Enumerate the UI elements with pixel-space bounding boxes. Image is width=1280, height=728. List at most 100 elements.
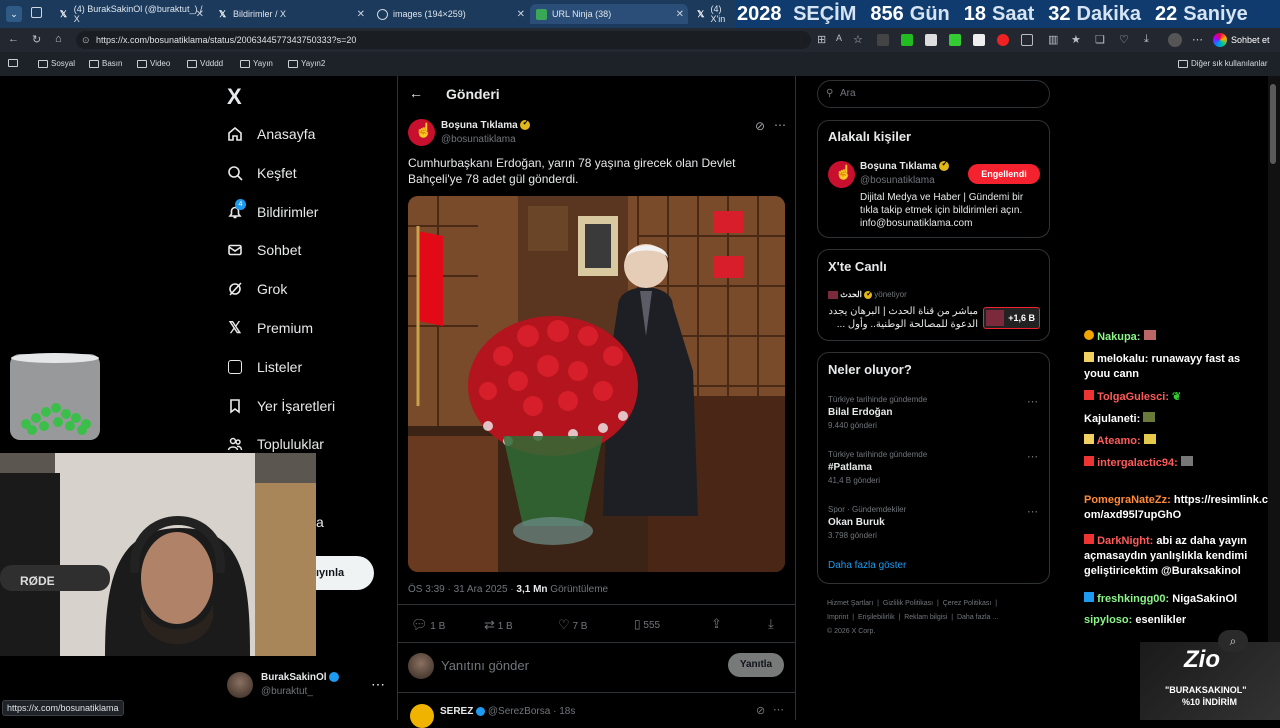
extension-icon[interactable] [949, 34, 961, 46]
share-icon[interactable]: ⇪ [711, 616, 722, 632]
like-action[interactable]: ♡ 7 B [558, 617, 587, 633]
next-reply-grok-icon[interactable]: ⊘ [756, 704, 765, 717]
trend-more-icon[interactable]: ⋯ [1027, 505, 1038, 518]
chat-bubble-icon[interactable]: ⌕ [1218, 630, 1248, 652]
footer-link[interactable]: Daha fazla ... [957, 614, 998, 621]
sidebar-item-home[interactable]: Anasayfa [227, 122, 315, 146]
live-host[interactable]: الحدث yönetiyor [828, 289, 907, 299]
bookmark-action[interactable]: ▯ 555 [634, 617, 660, 631]
tab-notifications[interactable]: 𝕏 Bildirimler / X ✕ [211, 4, 369, 24]
footer-link[interactable]: Gizlilik Politikası [883, 600, 933, 607]
page-scrollbar[interactable] [1268, 76, 1280, 720]
read-aloud-icon[interactable]: A [836, 33, 842, 43]
next-reply-more-icon[interactable]: ⋯ [773, 703, 784, 716]
extension-icon[interactable] [877, 34, 889, 46]
sidebar-item-bookmarks[interactable]: Yer İşaretleri [227, 394, 335, 418]
collections-icon[interactable]: ❏ [1095, 33, 1105, 46]
bookmark-folder[interactable]: Video [137, 59, 170, 68]
browser-essentials-icon[interactable]: ♡ [1119, 33, 1129, 46]
more-options-icon[interactable]: ⋯ [1192, 33, 1203, 46]
reply-input[interactable]: Yanıtını gönder [441, 658, 711, 673]
extension-icon[interactable] [925, 34, 937, 46]
trend-item[interactable]: Türkiye tarihinde gündemde Bilal Erdoğan… [828, 395, 1040, 443]
bookmark-folder[interactable]: Yayın2 [288, 59, 325, 68]
bookmark-folder[interactable]: Vdddd [187, 59, 223, 68]
reply-action[interactable]: 💬︎ 1 B [411, 617, 445, 633]
tab-profile[interactable]: 𝕏 (4) BurakSakinOl (@buraktut_) / X ✕ [52, 4, 208, 24]
bookmark-folder[interactable]: Yayın [240, 59, 273, 68]
footer-link[interactable]: Erişilebilirlik [858, 614, 895, 621]
blocked-button[interactable]: Engellendi [968, 164, 1040, 184]
trend-item[interactable]: Türkiye tarihinde gündemde #Patlama 41,4… [828, 450, 1040, 498]
x-logo-icon[interactable]: X [227, 84, 242, 110]
bookmark-folder[interactable]: Basın [89, 59, 122, 68]
footer-link[interactable]: Çerez Politikası [943, 600, 992, 607]
extension-icon[interactable] [973, 34, 985, 46]
post-button[interactable]: ıyınla [316, 556, 374, 590]
reading-list-icon[interactable] [8, 59, 18, 67]
extension-icon[interactable] [997, 34, 1009, 46]
search-input[interactable]: ⚲ Ara [817, 80, 1050, 108]
reply-button[interactable]: Yanıtla [728, 653, 784, 677]
grok-explain-icon[interactable]: ⊘ [755, 119, 765, 133]
next-reply-avatar[interactable] [410, 704, 434, 728]
favorite-star-icon[interactable]: ☆ [853, 33, 863, 46]
profile-avatar[interactable] [1168, 33, 1182, 47]
related-handle[interactable]: @bosunatiklama [860, 175, 935, 186]
footer-link[interactable]: Imprint [827, 614, 848, 621]
tab-url-ninja[interactable]: URL Ninja (38) ✕ [530, 4, 688, 24]
sidebar-item-grok[interactable]: Grok [227, 277, 287, 301]
close-tab-icon[interactable]: ✕ [357, 9, 365, 20]
footer-link[interactable]: Reklam bilgisi [904, 614, 947, 621]
refresh-icon[interactable]: ↻ [32, 33, 41, 46]
split-screen-icon[interactable]: ▥ [1048, 33, 1058, 46]
extensions-puzzle-icon[interactable] [1021, 34, 1033, 46]
more-icon[interactable]: ⋯ [371, 676, 385, 693]
repost-action[interactable]: ⇄ 1 B [484, 617, 513, 633]
post-image[interactable] [408, 196, 785, 572]
scrollbar-thumb[interactable] [1270, 84, 1276, 164]
account-switcher[interactable]: BurakSakinOl @buraktut_ ⋯ [227, 668, 387, 702]
close-tab-icon[interactable]: ✕ [196, 9, 204, 20]
author-avatar[interactable]: ☝ [408, 119, 435, 146]
author-name[interactable]: Boşuna Tıklama [441, 118, 531, 131]
sidebar-item-chat[interactable]: Sohbet [227, 238, 301, 262]
sidebar-item-partial[interactable]: a [316, 514, 324, 530]
trend-more-icon[interactable]: ⋯ [1027, 395, 1038, 408]
extension-icon[interactable] [901, 34, 913, 46]
translate-icon[interactable]: ⊞ [817, 33, 826, 46]
other-bookmarks-folder[interactable]: Diğer sık kullanılanlar [1178, 59, 1267, 68]
workspaces-icon[interactable] [31, 7, 42, 18]
tab-menu-icon[interactable]: ⌄ [6, 6, 22, 22]
live-text[interactable]: مباشر من قناة الحدث | البرهان يجدد الدعو… [828, 305, 978, 331]
show-more-link[interactable]: Daha fazla göster [828, 560, 906, 571]
url-field[interactable]: ⊙ https://x.com/bosunatiklama/status/200… [76, 31, 811, 49]
back-arrow-icon[interactable]: ← [409, 85, 423, 101]
sidebar-item-notifications[interactable]: 4 Bildirimler [227, 199, 318, 224]
downloads-icon[interactable]: ⤓ [1144, 33, 1149, 46]
tab-label: images (194×259) [393, 9, 466, 19]
close-tab-icon[interactable]: ✕ [676, 9, 684, 20]
related-avatar[interactable]: ☝ [828, 161, 855, 188]
back-icon[interactable]: ← [8, 33, 19, 45]
bookmark-folder[interactable]: Sosyal [38, 59, 75, 68]
trend-item[interactable]: Spor · Gündemdekiler Okan Buruk 3.798 gö… [828, 505, 1040, 553]
next-reply-author[interactable]: SEREZ @SerezBorsa · 18s [440, 706, 575, 717]
live-viewers[interactable]: +1,6 B [983, 307, 1040, 329]
tab-x-partial[interactable]: 𝕏 (4) X'in [690, 4, 735, 24]
related-name[interactable]: Boşuna Tıklama [860, 159, 950, 172]
favorites-icon[interactable]: ★ [1071, 33, 1081, 46]
countdown-minutes: 32 Dakika [1048, 2, 1142, 25]
trend-more-icon[interactable]: ⋯ [1027, 450, 1038, 463]
post-more-icon[interactable]: ⋯ [774, 118, 786, 132]
download-icon[interactable]: ⤓ [768, 616, 774, 632]
home-icon[interactable]: ⌂ [55, 33, 62, 45]
sidebar-item-explore[interactable]: Keşfet [227, 161, 297, 185]
tab-images[interactable]: images (194×259) ✕ [371, 4, 529, 24]
close-tab-icon[interactable]: ✕ [517, 9, 525, 20]
copilot-chat-button[interactable]: Sohbet et [1213, 32, 1270, 48]
author-handle[interactable]: @bosunatiklama [441, 134, 516, 145]
footer-link[interactable]: Hizmet Şartları [827, 600, 873, 607]
sidebar-item-lists[interactable]: Listeler [227, 355, 302, 379]
sidebar-item-premium[interactable]: 𝕏 Premium [227, 316, 313, 340]
